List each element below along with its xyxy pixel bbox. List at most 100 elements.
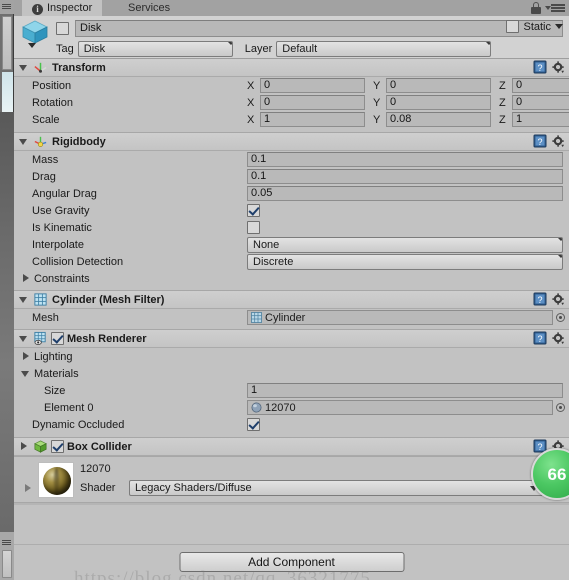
scale-x-field[interactable]: 1 [260,112,365,127]
mesh-object-field[interactable]: Cylinder [247,310,553,325]
rotation-x-field[interactable]: 0 [260,95,365,110]
component-header-rigidbody[interactable]: Rigidbody ? [14,133,569,151]
axis-y-label: Y [373,96,381,109]
row-constraints[interactable]: Constraints [14,270,569,287]
help-book-icon[interactable]: ? [533,331,547,345]
rotation-y-field[interactable]: 0 [386,95,491,110]
gear-icon[interactable] [552,331,565,345]
static-toggle-group[interactable]: Static [506,20,563,33]
row-is-kinematic: Is Kinematic [14,219,569,236]
row-label: Position [32,79,72,92]
material-icon [251,402,262,413]
lock-icon[interactable] [531,2,541,14]
row-mass: Mass 0.1 [14,151,569,168]
help-book-icon[interactable]: ? [533,292,547,306]
foldout-triangle-icon[interactable] [20,368,31,379]
position-y-field[interactable]: 0 [386,78,491,93]
collision-detection-dropdown[interactable]: Discrete [247,253,563,270]
foldout-triangle-icon[interactable] [20,351,31,362]
row-label: Drag [32,170,56,183]
adjacent-panel-menu-icon[interactable] [2,4,11,10]
row-label: Angular Drag [32,187,97,200]
component-mesh-filter: Cylinder (Mesh Filter) ? Mesh Cylinder [14,291,569,330]
dynamic-occluded-checkbox[interactable] [247,418,260,431]
mesh-renderer-icon [34,331,46,345]
row-materials[interactable]: Materials [14,365,569,382]
use-gravity-checkbox[interactable] [247,204,260,217]
foldout-triangle-icon[interactable] [18,62,29,73]
shader-dropdown[interactable]: Legacy Shaders/Diffuse [129,480,543,496]
hamburger-menu-icon[interactable] [545,4,565,13]
mesh-renderer-enabled-checkbox[interactable] [51,332,64,345]
vector3-rotation: X 0 Y 0 Z 0 [247,95,569,110]
adjacent-panel-scrollbar-2[interactable] [2,550,12,578]
mass-field[interactable]: 0.1 [247,152,563,167]
gear-icon[interactable] [552,134,565,148]
materials-size-field[interactable]: 1 [247,383,563,398]
box-collider-enabled-checkbox[interactable] [51,440,64,453]
element0-object-field[interactable]: 12070 [247,400,553,415]
updown-icon [552,254,562,269]
row-rotation: Rotation X 0 Y 0 Z 0 [14,94,569,111]
static-checkbox[interactable] [506,20,520,33]
tag-dropdown[interactable]: Disk [77,41,233,57]
svg-text:?: ? [537,137,542,147]
is-kinematic-checkbox[interactable] [247,221,260,234]
foldout-triangle-icon[interactable] [20,273,31,284]
shader-label: Shader [80,482,116,494]
component-header-actions: ? [533,134,565,148]
gameobject-name-field[interactable]: Disk [75,20,563,37]
foldout-triangle-icon[interactable] [22,483,33,494]
row-label: Interpolate [32,238,84,251]
angular-drag-field[interactable]: 0.05 [247,186,563,201]
adjacent-scene-viewport [0,112,14,532]
mesh-icon [251,312,262,323]
gear-icon[interactable] [552,292,565,306]
row-drag: Drag 0.1 [14,168,569,185]
section-divider [14,503,569,505]
foldout-triangle-icon[interactable] [18,441,29,452]
adjacent-panel-scrollbar[interactable] [2,16,12,70]
add-component-button[interactable]: Add Component [179,552,404,572]
rotation-z-field[interactable]: 0 [512,95,569,110]
row-interpolate: Interpolate None [14,236,569,253]
row-label: Size [44,384,66,397]
inspector-body: Disk Static Tag Disk Layer Default Trans… [14,16,569,580]
scale-y-field[interactable]: 0.08 [386,112,491,127]
adjacent-panel-edge [0,0,14,580]
tab-services[interactable]: Services [118,0,181,16]
gear-icon[interactable] [552,60,565,74]
axis-z-label: Z [499,79,506,92]
row-dynamic-occluded: Dynamic Occluded [14,416,569,433]
layer-dropdown[interactable]: Default [276,41,492,57]
axis-z-label: Z [499,96,506,109]
row-lighting[interactable]: Lighting [14,348,569,365]
position-z-field[interactable]: 0 [512,78,569,93]
adjacent-panel-menu-icon-2[interactable] [2,540,11,546]
tab-inspector[interactable]: i Inspector [22,0,103,16]
lighting-label: Lighting [34,350,73,363]
drag-field[interactable]: 0.1 [247,169,563,184]
scale-z-field[interactable]: 1 [512,112,569,127]
updown-icon [221,42,232,56]
row-collision-detection: Collision Detection Discrete [14,253,569,270]
object-picker-icon[interactable] [556,313,565,322]
component-header-transform[interactable]: Transform ? [14,59,569,77]
foldout-triangle-icon[interactable] [18,136,29,147]
foldout-triangle-icon[interactable] [18,294,29,305]
foldout-triangle-icon[interactable] [18,333,29,344]
position-x-field[interactable]: 0 [260,78,365,93]
component-header-mesh-filter[interactable]: Cylinder (Mesh Filter) ? [14,291,569,309]
gameobject-enabled-checkbox[interactable] [56,22,69,35]
row-element-0: Element 0 12070 [14,399,569,416]
object-picker-icon[interactable] [556,403,565,412]
component-header-box-collider[interactable]: Box Collider ? [14,438,569,456]
interpolate-dropdown[interactable]: None [247,236,563,253]
chevron-down-icon[interactable] [555,24,563,29]
svg-text:?: ? [537,334,542,344]
help-book-icon[interactable]: ? [533,60,547,74]
axis-z-label: Z [499,113,506,126]
tag-label: Tag [56,43,74,55]
help-book-icon[interactable]: ? [533,134,547,148]
component-header-mesh-renderer[interactable]: Mesh Renderer ? [14,330,569,348]
